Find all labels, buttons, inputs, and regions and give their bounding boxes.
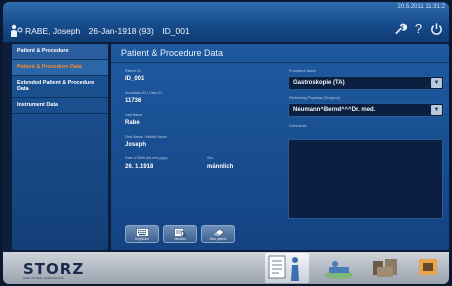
worklist-icon — [174, 228, 187, 237]
physician-label: Performing Physician (Surgeon) — [289, 96, 340, 100]
patient-icon — [11, 24, 23, 37]
header-bar: 20.5.2011 11:31:2 RABE, Joseph 26-Jan-19… — [3, 2, 449, 42]
patient-id-label: Patient ID — [125, 69, 141, 73]
worklist-button[interactable]: Worklist — [163, 225, 197, 243]
patient-name: RABE, Joseph — [25, 26, 81, 36]
procedure-label: Procedure Name — [289, 69, 317, 73]
sidebar-item-patient-procedure[interactable]: Patient & Procedure — [12, 44, 108, 60]
nav-settings-button[interactable] — [407, 253, 449, 283]
bottom-bar: STORZ KARL STORZ—ENDOSKOPE — [3, 252, 449, 284]
archive-icon — [373, 259, 397, 277]
logo-subtitle: KARL STORZ—ENDOSKOPE — [23, 276, 64, 280]
comments-label: Comments — [289, 124, 307, 128]
keyboard-icon — [136, 228, 149, 237]
accession-field[interactable]: 11736 — [125, 98, 141, 104]
app-window: 20.5.2011 11:31:2 RABE, Joseph 26-Jan-19… — [3, 2, 449, 284]
sidebar-item-instrument-data[interactable]: Instrument Data — [12, 98, 108, 114]
nav-patient-button[interactable] — [265, 253, 309, 283]
divider — [111, 62, 449, 63]
procedure-select[interactable]: Gastroskopie (TA) ▼ — [288, 76, 444, 90]
chevron-down-icon[interactable]: ▼ — [431, 105, 442, 115]
procedure-value: Gastroskopie (TA) — [293, 80, 345, 86]
datetime: 20.5.2011 11:31:2 — [397, 4, 446, 10]
capture-icon — [325, 261, 353, 279]
first-name-field[interactable]: Joseph — [125, 142, 146, 148]
patient-birth: 26-Jan-1918 (93) — [88, 26, 154, 36]
help-icon[interactable]: ? — [412, 22, 425, 36]
dob-field[interactable]: 26. 1.1918 — [125, 164, 153, 170]
worklist-button-label: Worklist — [174, 237, 186, 241]
images-icon — [419, 259, 437, 275]
nav-archive-button[interactable] — [363, 253, 407, 283]
nav-capture-button[interactable] — [317, 253, 361, 283]
wrench-icon[interactable] — [394, 22, 407, 36]
sex-label: Sex — [207, 156, 214, 160]
last-name-field[interactable]: Rabe — [125, 120, 140, 126]
page-title: Patient & Procedure Data — [121, 48, 224, 58]
eraser-icon — [212, 228, 225, 237]
new-patient-button-label: New patient — [209, 237, 227, 241]
sidebar-item-patient-procedure-data[interactable]: Patient & Procedure Data — [12, 59, 108, 76]
patient-id: ID_001 — [162, 26, 190, 36]
physician-value: Neumann^Bernd^^^Dr. med. — [293, 107, 376, 113]
sex-field[interactable]: männlich — [207, 164, 233, 170]
power-icon[interactable] — [430, 22, 443, 36]
last-name-label: Last Name — [125, 113, 143, 117]
sidebar-item-extended-data[interactable]: Extended Patient & Procedure Data — [12, 76, 108, 98]
new-patient-button[interactable]: New patient — [201, 225, 235, 243]
main-panel: Patient & Procedure Data Patient ID ID_0… — [111, 44, 449, 250]
first-name-label: First Name / Middle Name — [125, 135, 167, 139]
chevron-down-icon[interactable]: ▼ — [431, 78, 442, 88]
keyboard-button[interactable]: Keyboard — [125, 225, 159, 243]
keyboard-button-label: Keyboard — [135, 237, 149, 241]
comments-field[interactable] — [288, 139, 443, 219]
physician-select[interactable]: Neumann^Bernd^^^Dr. med. ▼ — [288, 103, 444, 117]
dob-label: Date of Birth (dd.mm.yyyy) — [125, 156, 168, 160]
patient-summary: RABE, Joseph 26-Jan-1918 (93) ID_001 — [25, 26, 196, 36]
sidebar: Patient & Procedure Patient & Procedure … — [12, 44, 108, 250]
patient-form-icon — [268, 255, 299, 281]
header-tools: ? — [394, 22, 443, 36]
accession-label: Accession ID / Case ID — [125, 91, 162, 95]
patient-id-field[interactable]: ID_001 — [125, 76, 144, 82]
